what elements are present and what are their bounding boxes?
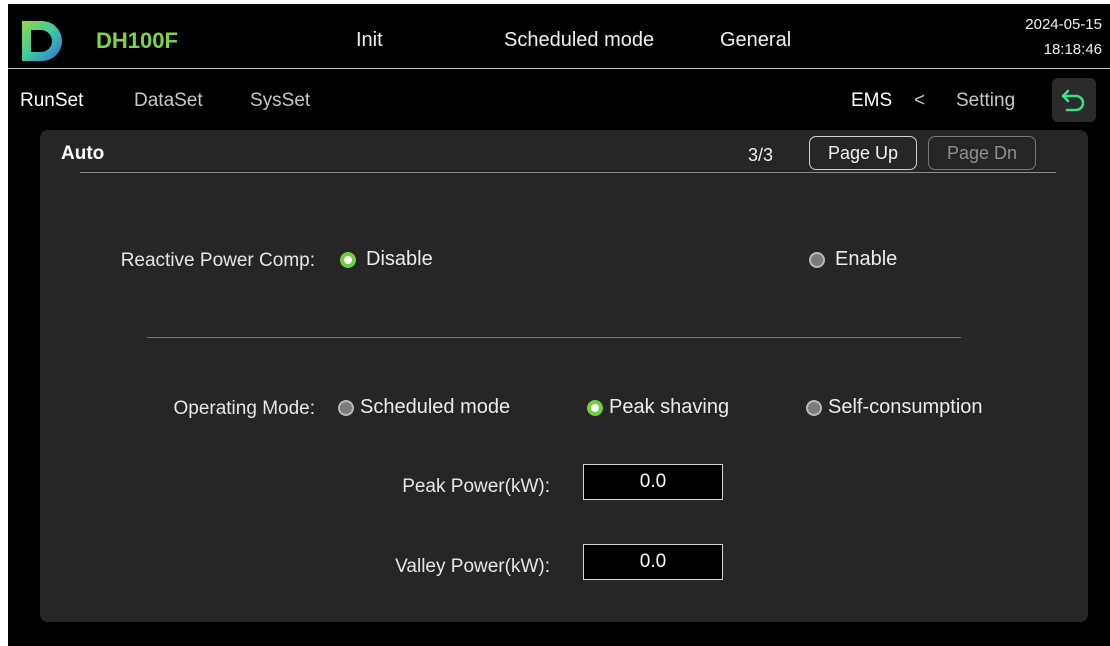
operating-mode-label: Operating Mode: [173, 398, 315, 419]
radio-label: Peak shaving [609, 396, 730, 418]
screen: DH100F Init Scheduled mode General 2024-… [8, 4, 1110, 646]
peak-power-label: Peak Power(kW): [402, 476, 550, 497]
radio-unselected-icon [338, 399, 354, 416]
reactive-power-disable-radio[interactable]: Disable [340, 248, 433, 271]
tab-runset[interactable]: RunSet [20, 90, 83, 112]
radio-label: Disable [366, 248, 433, 270]
reactive-power-enable-radio[interactable]: Enable [809, 248, 897, 271]
radio-label: Enable [835, 248, 898, 270]
radio-label: Scheduled mode [360, 396, 511, 418]
nav-init[interactable]: Init [356, 29, 383, 52]
nav-scheduled-mode[interactable]: Scheduled mode [504, 29, 654, 52]
tab-dataset[interactable]: DataSet [134, 90, 203, 112]
radio-unselected-icon [809, 251, 825, 268]
mode-scheduled-radio[interactable]: Scheduled mode [338, 396, 510, 419]
panel-divider [80, 172, 1056, 173]
valley-power-label: Valley Power(kW): [395, 556, 550, 577]
panel-title: Auto [61, 143, 105, 164]
settings-panel: Auto 3/3 Page Up Page Dn Reactive Power … [40, 130, 1088, 622]
nav-general[interactable]: General [720, 29, 791, 52]
radio-label: Self-consumption [828, 396, 983, 418]
valley-power-input[interactable]: 0.0 [583, 544, 723, 580]
header-bar: DH100F Init Scheduled mode General 2024-… [8, 4, 1110, 68]
mode-self-consumption-radio[interactable]: Self-consumption [806, 396, 983, 419]
page-indicator: 3/3 [748, 145, 774, 165]
date-display: 2024-05-15 [1025, 16, 1102, 33]
breadcrumb-setting[interactable]: Setting [956, 90, 1015, 112]
reactive-power-label: Reactive Power Comp: [120, 250, 315, 271]
section-divider [147, 337, 961, 338]
page-down-button[interactable]: Page Dn [928, 136, 1036, 170]
model-name: DH100F [96, 28, 178, 53]
return-arrow-icon [1061, 89, 1085, 112]
radio-selected-icon [587, 399, 603, 416]
breadcrumb-current: EMS [851, 90, 893, 111]
mode-peak-shaving-radio[interactable]: Peak shaving [587, 396, 729, 419]
tab-sysset[interactable]: SysSet [250, 90, 310, 112]
radio-selected-icon [340, 251, 356, 268]
breadcrumb-separator: < [914, 90, 926, 111]
radio-unselected-icon [806, 399, 822, 416]
page-up-button[interactable]: Page Up [809, 136, 917, 170]
back-button[interactable] [1052, 78, 1096, 122]
brand-logo-icon [22, 21, 62, 61]
time-display: 18:18:46 [1043, 41, 1102, 58]
header-divider [8, 68, 1110, 69]
peak-power-input[interactable]: 0.0 [583, 464, 723, 500]
